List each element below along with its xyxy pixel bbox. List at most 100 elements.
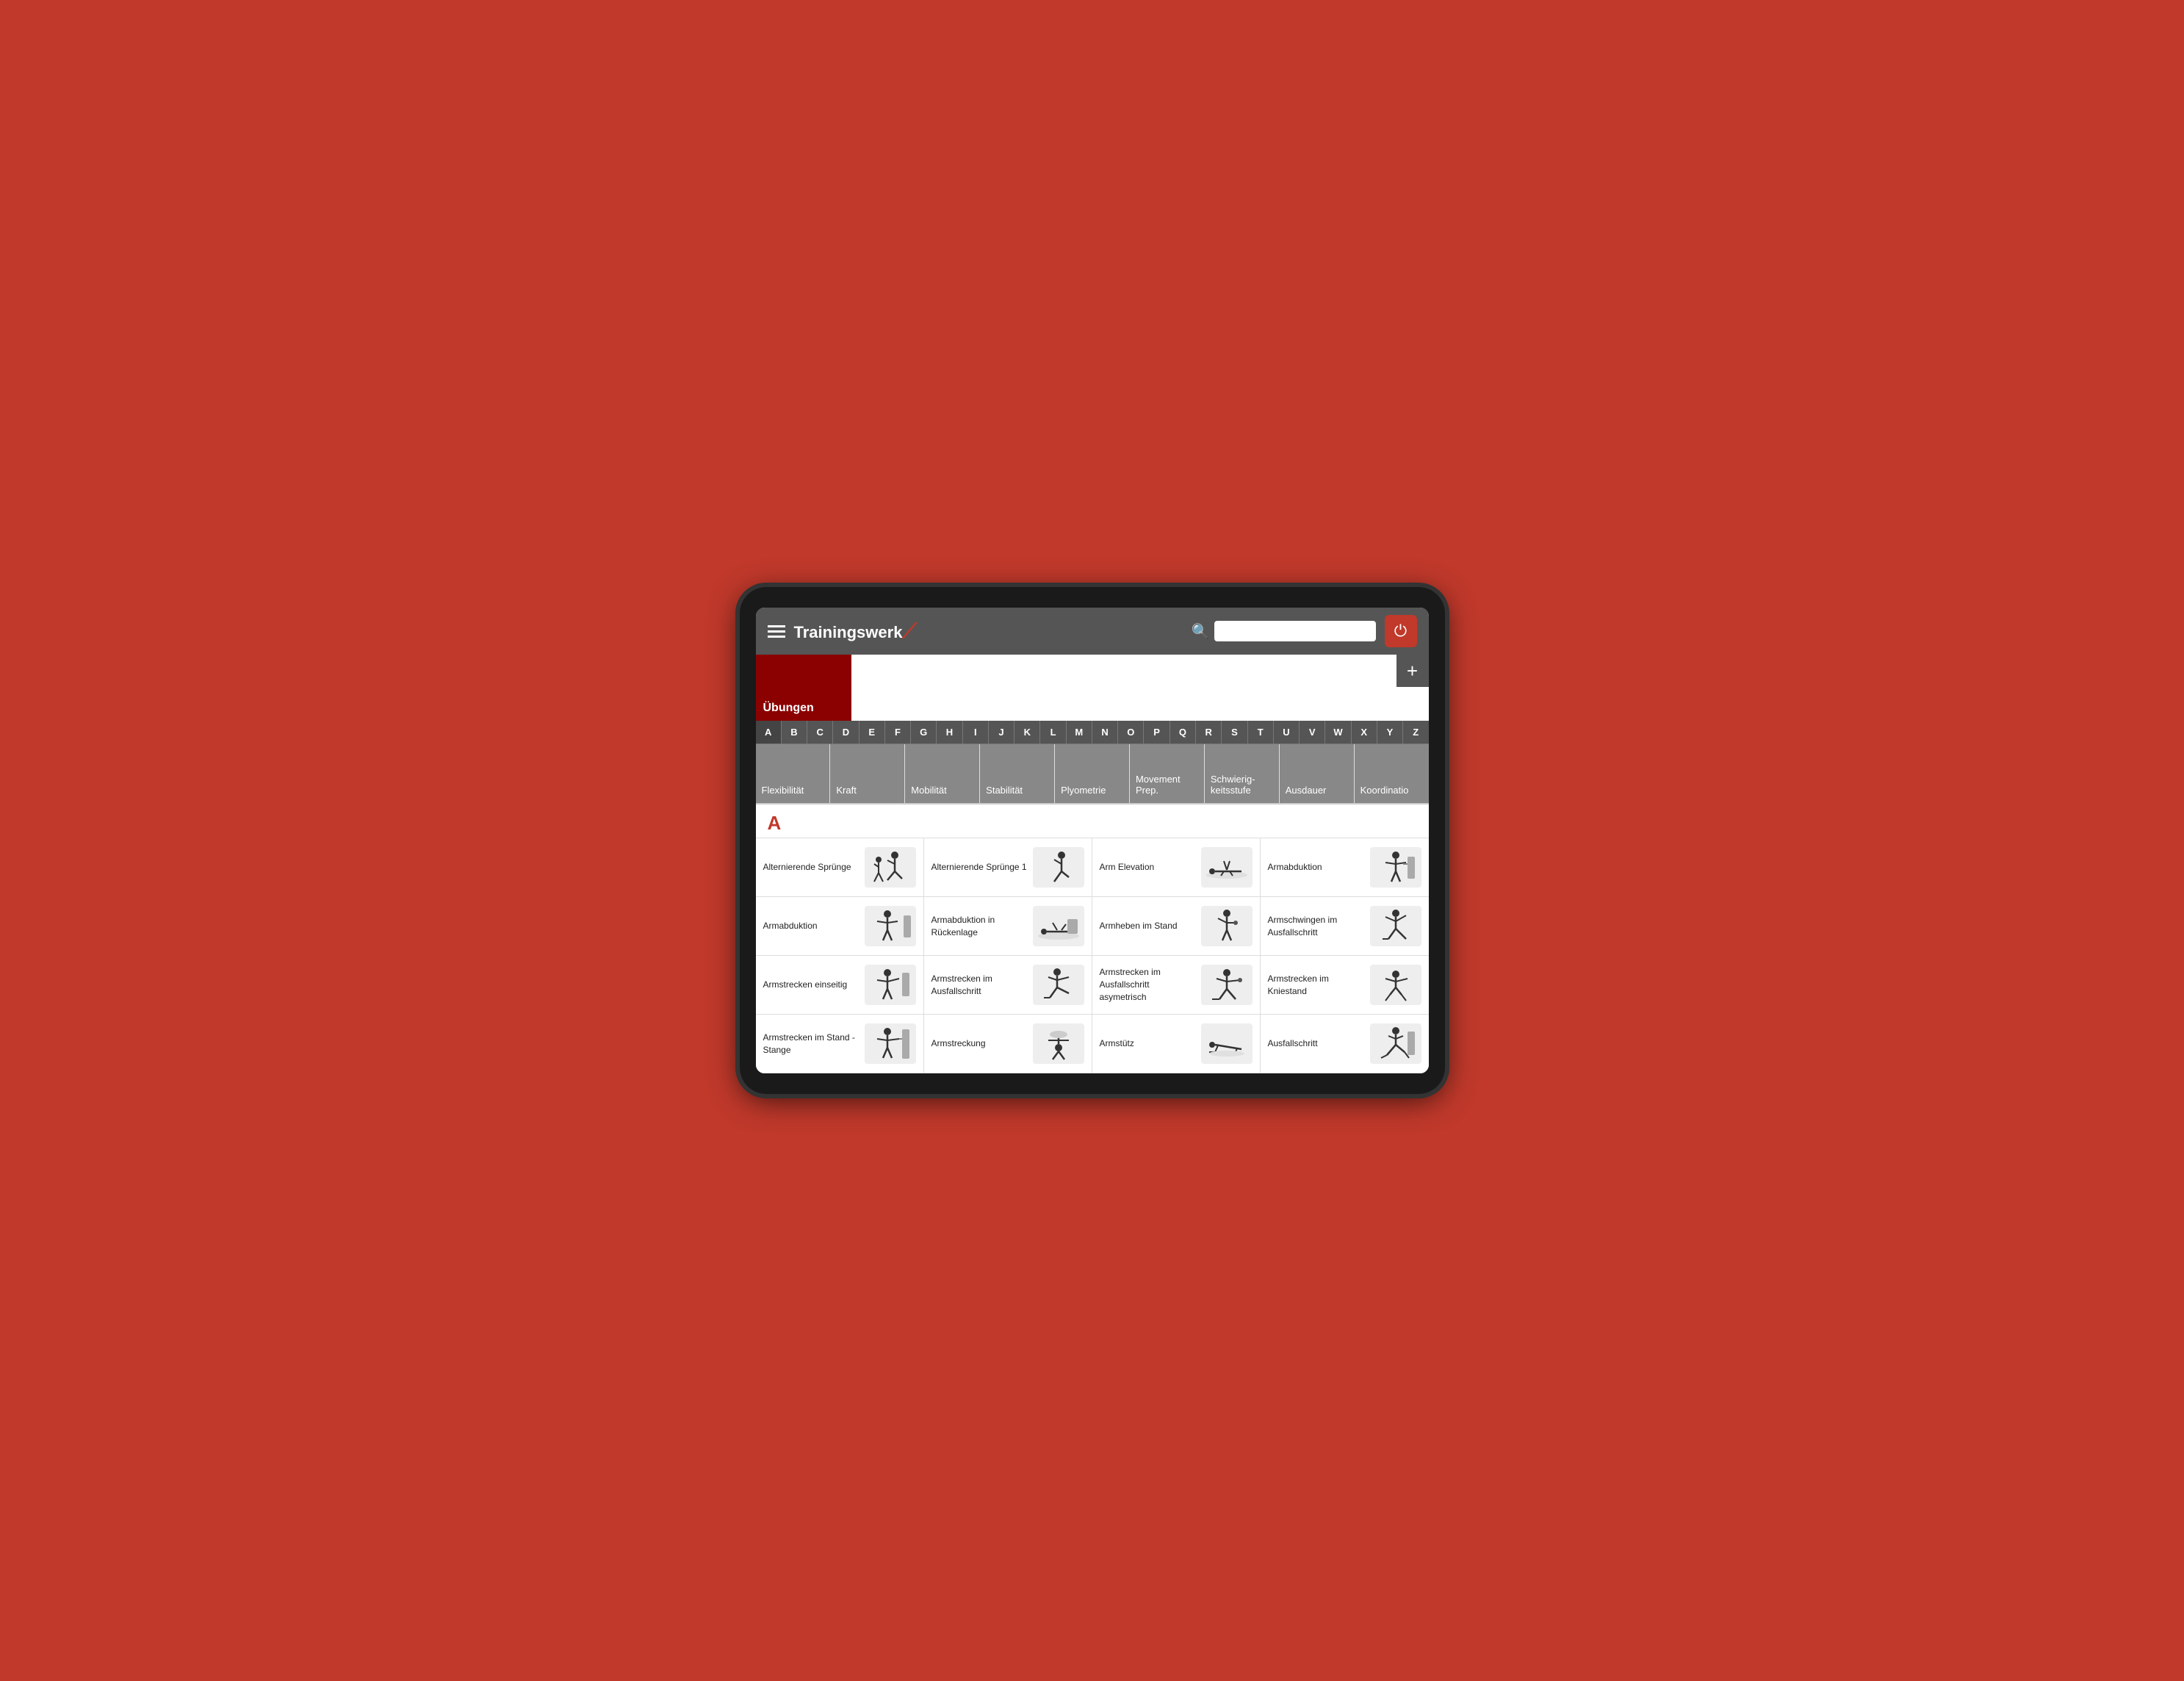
exercise-name-3: Armabduktion [1268, 861, 1366, 874]
alpha-Z[interactable]: Z [1403, 721, 1428, 744]
device-frame: Trainingswerk⟋ 🔍 ⏻ Übungen + A B C D E F… [740, 587, 1445, 1094]
exercise-name-9: Armstrecken im Ausfallschritt [931, 973, 1028, 998]
exercise-thumb-6 [1201, 906, 1253, 946]
filter-kraft[interactable]: Kraft [830, 744, 905, 803]
alphabet-nav: A B C D E F G H I J K L M N O P Q R S T … [756, 721, 1429, 744]
alpha-R[interactable]: R [1196, 721, 1222, 744]
category-title: Übungen [763, 702, 814, 715]
alpha-W[interactable]: W [1325, 721, 1351, 744]
exercise-thumb-14 [1201, 1023, 1253, 1064]
exercise-thumb-12 [865, 1023, 916, 1064]
exercise-cell-11[interactable]: Armstrecken im Kniestand [1261, 956, 1429, 1015]
exercise-cell-10[interactable]: Armstrecken im Ausfallschritt asymetrisc… [1092, 956, 1261, 1015]
exercise-thumb-3 [1370, 847, 1421, 888]
filter-stabilitaet[interactable]: Stabilität [980, 744, 1055, 803]
exercise-thumb-15 [1370, 1023, 1421, 1064]
search-bar: 🔍 [1192, 621, 1376, 641]
exercise-cell-1[interactable]: Alternierende Sprünge 1 [924, 838, 1092, 897]
exercise-name-14: Armstütz [1100, 1037, 1197, 1050]
exercise-cell-13[interactable]: Armstreckung [924, 1015, 1092, 1073]
logo-text: Trainingswerk [794, 623, 903, 641]
exercise-name-13: Armstreckung [931, 1037, 1028, 1050]
exercise-cell-7[interactable]: Armschwingen im Ausfallschritt [1261, 897, 1429, 956]
exercise-cell-9[interactable]: Armstrecken im Ausfallschritt [924, 956, 1092, 1015]
exercise-thumb-7 [1370, 906, 1421, 946]
alpha-B[interactable]: B [782, 721, 807, 744]
logo: Trainingswerk⟋ [794, 619, 1183, 644]
filter-ausdauer[interactable]: Ausdauer [1280, 744, 1355, 803]
exercise-cell-6[interactable]: Armheben im Stand [1092, 897, 1261, 956]
filter-mobilitaet[interactable]: Mobilität [905, 744, 980, 803]
alpha-J[interactable]: J [989, 721, 1014, 744]
add-button[interactable]: + [1396, 655, 1429, 687]
alpha-N[interactable]: N [1092, 721, 1118, 744]
exercise-thumb-5 [1033, 906, 1084, 946]
exercise-grid: Alternierende Sprünge [756, 838, 1429, 1073]
exercise-cell-8[interactable]: Armstrecken einseitig [756, 956, 924, 1015]
alpha-Q[interactable]: Q [1170, 721, 1196, 744]
exercise-cell-15[interactable]: Ausfallschritt [1261, 1015, 1429, 1073]
section-letter-a: A [756, 804, 1429, 838]
alpha-Y[interactable]: Y [1377, 721, 1403, 744]
exercise-name-15: Ausfallschritt [1268, 1037, 1366, 1050]
exercise-name-1: Alternierende Sprünge 1 [931, 861, 1028, 874]
alpha-C[interactable]: C [807, 721, 833, 744]
filter-koordination[interactable]: Koordinatio [1355, 744, 1429, 803]
filter-flexibilitaet[interactable]: Flexibilität [756, 744, 831, 803]
alpha-H[interactable]: H [937, 721, 962, 744]
filter-row: Flexibilität Kraft Mobilität Stabilität … [756, 744, 1429, 804]
exercise-thumb-2 [1201, 847, 1253, 888]
header: Trainingswerk⟋ 🔍 ⏻ [756, 608, 1429, 655]
menu-icon[interactable] [768, 625, 785, 638]
exercise-cell-4[interactable]: Armabduktion [756, 897, 924, 956]
alpha-L[interactable]: L [1040, 721, 1066, 744]
power-button[interactable]: ⏻ [1385, 615, 1417, 647]
exercise-name-4: Armabduktion [763, 920, 860, 932]
category-header: Übungen + [756, 655, 1429, 721]
alpha-M[interactable]: M [1067, 721, 1092, 744]
exercise-cell-12[interactable]: Armstrecken im Stand - Stange [756, 1015, 924, 1073]
filter-plyometrie[interactable]: Plyometrie [1055, 744, 1130, 803]
alpha-G[interactable]: G [911, 721, 937, 744]
exercise-thumb-8 [865, 965, 916, 1005]
exercise-thumb-11 [1370, 965, 1421, 1005]
exercise-cell-3[interactable]: Armabduktion [1261, 838, 1429, 897]
alpha-F[interactable]: F [885, 721, 911, 744]
exercise-cell-2[interactable]: Arm Elevation [1092, 838, 1261, 897]
exercise-cell-0[interactable]: Alternierende Sprünge [756, 838, 924, 897]
exercise-thumb-1 [1033, 847, 1084, 888]
exercise-name-2: Arm Elevation [1100, 861, 1197, 874]
exercise-thumb-10 [1201, 965, 1253, 1005]
category-title-block: Übungen [756, 655, 851, 721]
alpha-P[interactable]: P [1144, 721, 1170, 744]
alpha-V[interactable]: V [1300, 721, 1325, 744]
alpha-A[interactable]: A [756, 721, 782, 744]
exercise-name-7: Armschwingen im Ausfallschritt [1268, 914, 1366, 939]
alpha-X[interactable]: X [1352, 721, 1377, 744]
filter-schwierigkeit[interactable]: Schwierig-keitsstufe [1205, 744, 1280, 803]
exercise-thumb-13 [1033, 1023, 1084, 1064]
logo-slash: ⟋ [902, 619, 917, 642]
exercise-name-11: Armstrecken im Kniestand [1268, 973, 1366, 998]
filter-movement-prep[interactable]: Movement Prep. [1130, 744, 1205, 803]
alpha-K[interactable]: K [1014, 721, 1040, 744]
exercise-thumb-9 [1033, 965, 1084, 1005]
exercise-thumb-4 [865, 906, 916, 946]
content-area: A Alternierende Sprünge [756, 804, 1429, 1073]
alpha-D[interactable]: D [833, 721, 859, 744]
alpha-E[interactable]: E [859, 721, 885, 744]
exercise-name-0: Alternierende Sprünge [763, 861, 860, 874]
exercise-name-10: Armstrecken im Ausfallschritt asymetrisc… [1100, 966, 1197, 1003]
search-icon: 🔍 [1192, 622, 1210, 641]
exercise-name-12: Armstrecken im Stand - Stange [763, 1032, 860, 1057]
search-input[interactable] [1214, 621, 1376, 641]
alpha-O[interactable]: O [1118, 721, 1144, 744]
alpha-I[interactable]: I [963, 721, 989, 744]
exercise-cell-14[interactable]: Armstütz [1092, 1015, 1261, 1073]
exercise-name-8: Armstrecken einseitig [763, 979, 860, 991]
alpha-S[interactable]: S [1222, 721, 1247, 744]
exercise-thumb-0 [865, 847, 916, 888]
alpha-U[interactable]: U [1274, 721, 1300, 744]
alpha-T[interactable]: T [1248, 721, 1274, 744]
exercise-cell-5[interactable]: Armabduktion in Rückenlage [924, 897, 1092, 956]
